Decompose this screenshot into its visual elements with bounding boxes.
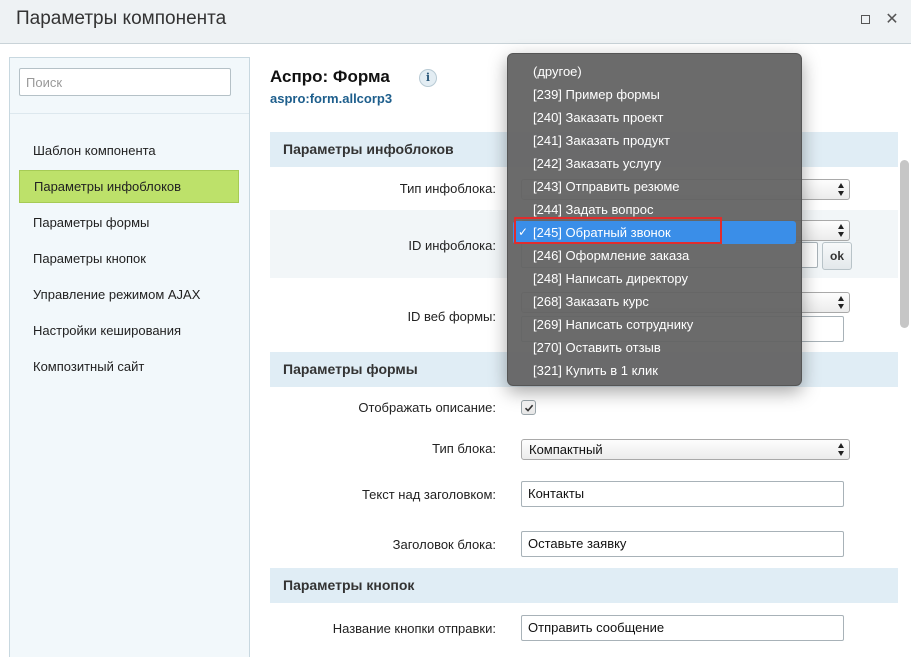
infoblock-type-label: Тип инфоблока:	[399, 181, 496, 196]
sidebar-search-area	[10, 58, 249, 114]
window-titlebar: Параметры компонента ✕	[0, 0, 911, 44]
dropdown-option[interactable]: [268] Заказать курс	[508, 290, 801, 313]
row-submit-button-name: Название кнопки отправки: Отправить сооб…	[270, 603, 898, 657]
dropdown-option[interactable]: [243] Отправить резюме	[508, 175, 801, 198]
row-block-type: Тип блока: Компактный	[270, 427, 898, 469]
sidebar-item-button-params[interactable]: Параметры кнопок	[19, 242, 239, 275]
dropdown-option[interactable]: [242] Заказать услугу	[508, 152, 801, 175]
show-description-label: Отображать описание:	[358, 400, 496, 415]
webform-id-label: ID веб формы:	[407, 309, 496, 324]
sidebar-item-form-params[interactable]: Параметры формы	[19, 206, 239, 239]
sidebar: Шаблон компонента Параметры инфоблоков П…	[9, 57, 250, 657]
infoblock-id-label: ID инфоблока:	[408, 238, 496, 253]
close-button[interactable]: ✕	[884, 12, 900, 28]
row-block-title: Заголовок блока: Оставьте заявку	[270, 519, 898, 569]
select-arrows-icon	[838, 443, 845, 456]
checkmark-icon: ✓	[518, 225, 529, 239]
block-type-label: Тип блока:	[432, 441, 496, 456]
sidebar-item-ajax[interactable]: Управление режимом AJAX	[19, 278, 239, 311]
dropdown-option[interactable]: [241] Заказать продукт	[508, 129, 801, 152]
sidebar-item-infoblock-params[interactable]: Параметры инфоблоков	[19, 170, 239, 203]
select-arrows-icon	[838, 224, 845, 237]
info-icon[interactable]: i	[419, 69, 437, 87]
dropdown-option[interactable]: [321] Купить в 1 клик	[508, 359, 801, 382]
block-title-label: Заголовок блока:	[392, 537, 496, 552]
scrollbar-thumb[interactable]	[900, 160, 909, 328]
section-header-buttons: Параметры кнопок	[270, 568, 898, 603]
ok-button[interactable]: ok	[822, 242, 852, 270]
dropdown-option-label: [245] Обратный звонок	[533, 225, 671, 240]
checkmark-icon	[524, 404, 534, 412]
submit-button-name-label: Название кнопки отправки:	[332, 621, 496, 636]
select-arrows-icon	[838, 183, 845, 196]
close-icon: ✕	[885, 11, 899, 28]
sidebar-item-cache[interactable]: Настройки кеширования	[19, 314, 239, 347]
component-code: aspro:form.allcorp3	[270, 91, 393, 106]
row-text-above-title: Текст над заголовком: Контакты	[270, 469, 898, 519]
sidebar-list: Шаблон компонента Параметры инфоблоков П…	[19, 134, 239, 386]
submit-button-name-input[interactable]: Отправить сообщение	[521, 615, 844, 641]
window-title: Параметры компонента	[16, 8, 227, 29]
dropdown-option[interactable]: [246] Оформление заказа	[508, 244, 801, 267]
component-title: Аспро: Форма	[270, 67, 390, 86]
select-arrows-icon	[838, 296, 845, 309]
dropdown-option[interactable]: [239] Пример формы	[508, 83, 801, 106]
webform-dropdown-list: (другое) [239] Пример формы [240] Заказа…	[507, 53, 802, 386]
sidebar-item-template[interactable]: Шаблон компонента	[19, 134, 239, 167]
search-input[interactable]	[19, 68, 231, 96]
dropdown-option[interactable]: [244] Задать вопрос	[508, 198, 801, 221]
dropdown-option[interactable]: (другое)	[508, 60, 801, 83]
block-type-value: Компактный	[529, 442, 603, 457]
block-title-input[interactable]: Оставьте заявку	[521, 531, 844, 557]
show-description-checkbox[interactable]	[521, 400, 536, 415]
dropdown-option[interactable]: [248] Написать директору	[508, 267, 801, 290]
maximize-button[interactable]	[857, 12, 873, 28]
text-above-title-label: Текст над заголовком:	[361, 487, 496, 502]
dropdown-option-selected[interactable]: ✓ [245] Обратный звонок	[513, 221, 796, 244]
dropdown-option[interactable]: [270] Оставить отзыв	[508, 336, 801, 359]
row-show-description: Отображать описание:	[270, 387, 898, 427]
sidebar-item-composite[interactable]: Композитный сайт	[19, 350, 239, 383]
text-above-title-input[interactable]: Контакты	[521, 481, 844, 507]
dropdown-option[interactable]: [240] Заказать проект	[508, 106, 801, 129]
dropdown-option[interactable]: [269] Написать сотруднику	[508, 313, 801, 336]
block-type-select[interactable]: Компактный	[521, 439, 850, 460]
maximize-icon	[860, 15, 870, 24]
